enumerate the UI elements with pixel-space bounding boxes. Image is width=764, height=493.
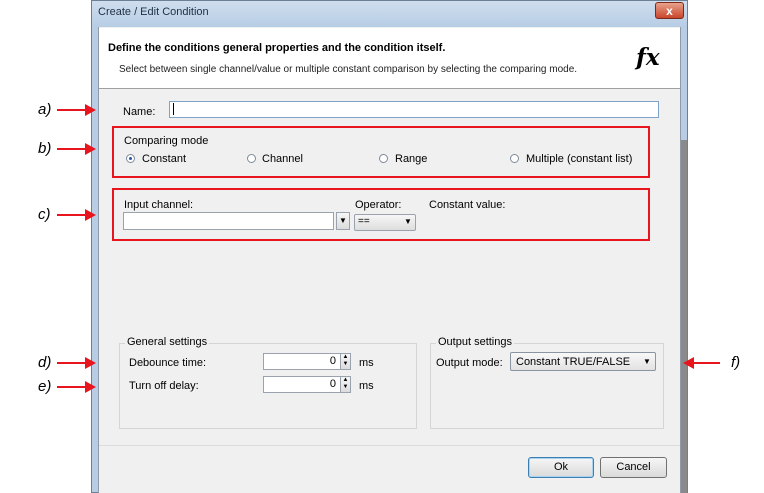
constant-value-label: Constant value:	[429, 199, 506, 211]
turn-off-delay-input[interactable]: 0	[263, 376, 341, 393]
header-title: Define the conditions general properties…	[108, 42, 446, 54]
radio-range-label[interactable]: Range	[395, 153, 427, 165]
chevron-down-icon: ▼	[643, 357, 651, 366]
name-input[interactable]	[169, 101, 659, 118]
annotation-f: f)	[731, 354, 741, 371]
ok-button[interactable]: Ok	[528, 457, 594, 478]
arrow-b	[57, 148, 87, 150]
operator-value: ==	[358, 216, 370, 227]
window-title: Create / Edit Condition	[98, 6, 209, 18]
annotation-e: e)	[38, 378, 52, 395]
output-mode-value: Constant TRUE/FALSE	[516, 356, 631, 368]
turn-off-unit: ms	[359, 380, 374, 392]
operator-label: Operator:	[355, 199, 402, 211]
arrow-f	[692, 362, 720, 364]
footer-divider	[99, 445, 680, 446]
output-settings-label: Output settings	[436, 336, 514, 348]
input-channel-label: Input channel:	[124, 199, 194, 211]
header-subtitle: Select between single channel/value or m…	[119, 64, 578, 75]
radio-constant[interactable]	[126, 154, 135, 163]
arrow-head-right-icon	[85, 143, 96, 155]
radio-multiple[interactable]	[510, 154, 519, 163]
output-mode-label: Output mode:	[436, 357, 503, 369]
arrow-head-right-icon	[85, 104, 96, 116]
cancel-button[interactable]: Cancel	[600, 457, 667, 478]
name-label: Name:	[123, 106, 156, 118]
annotation-c: c)	[38, 206, 51, 223]
arrow-head-right-icon	[85, 209, 96, 221]
annotation-d: d)	[38, 354, 52, 371]
radio-constant-label[interactable]: Constant	[142, 153, 186, 165]
arrow-head-right-icon	[85, 381, 96, 393]
turn-off-delay-label: Turn off delay:	[129, 380, 199, 392]
radio-multiple-label[interactable]: Multiple (constant list)	[526, 153, 632, 165]
annotation-a: a)	[38, 101, 52, 118]
radio-channel-label[interactable]: Channel	[262, 153, 303, 165]
debounce-time-input[interactable]: 0	[263, 353, 341, 370]
highlight-box-comparing-mode	[112, 126, 650, 178]
arrow-d	[57, 362, 87, 364]
radio-channel[interactable]	[247, 154, 256, 163]
turn-off-spinner-buttons[interactable]: ▲ ▼	[340, 376, 351, 393]
debounce-time-label: Debounce time:	[129, 357, 207, 369]
input-channel-dropdown-button[interactable]: ▼	[336, 212, 350, 230]
text-caret	[173, 103, 174, 115]
arrow-a	[57, 109, 87, 111]
function-fx-icon: fx	[636, 44, 660, 71]
arrow-head-right-icon	[85, 357, 96, 369]
comparing-mode-label: Comparing mode	[124, 135, 209, 147]
close-button[interactable]: x	[655, 2, 684, 19]
debounce-spinner-buttons[interactable]: ▲ ▼	[340, 353, 351, 370]
header-panel	[99, 28, 680, 89]
debounce-unit: ms	[359, 357, 374, 369]
arrow-c	[57, 214, 87, 216]
arrow-e	[57, 386, 87, 388]
scrollbar[interactable]	[681, 140, 687, 493]
chevron-down-icon: ▼	[404, 217, 412, 226]
input-channel-combobox[interactable]	[123, 212, 334, 230]
annotation-b: b)	[38, 140, 52, 157]
general-settings-label: General settings	[125, 336, 210, 348]
radio-range[interactable]	[379, 154, 388, 163]
